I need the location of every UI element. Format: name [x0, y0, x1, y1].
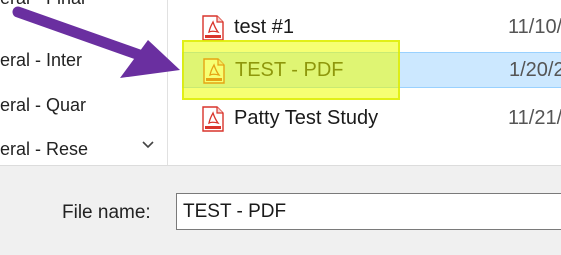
file-row-selected[interactable]: TEST - PDF 1/20/2 — [182, 52, 561, 88]
file-name: test #1 — [234, 16, 295, 38]
file-date: 11/21/ — [508, 107, 561, 129]
sidebar-item-general-quar[interactable]: eral - Quar — [0, 95, 86, 116]
file-row[interactable]: Patty Test Study 11/21/ — [182, 101, 561, 137]
sidebar-item-general-rese[interactable]: eral - Rese — [0, 139, 88, 160]
sidebar-item-general-final[interactable]: eral - Final — [0, 0, 85, 9]
sidebar-item-general-inter[interactable]: eral - Inter — [0, 50, 82, 71]
pdf-file-icon — [203, 58, 225, 84]
navigation-pane: eral - Final eral - Inter eral - Quar er… — [0, 0, 168, 165]
file-date: 11/10/ — [508, 16, 561, 38]
pdf-file-icon — [202, 15, 224, 41]
filename-label: File name: — [62, 202, 151, 223]
file-date: 1/20/2 — [509, 59, 561, 81]
file-name: TEST - PDF — [235, 59, 344, 81]
file-list: test #1 11/10/ TEST - PDF 1/20/2 Patty T… — [168, 0, 561, 165]
filename-input[interactable] — [176, 193, 561, 230]
chevron-down-icon[interactable] — [141, 138, 155, 152]
file-name: Patty Test Study — [234, 107, 379, 129]
pdf-file-icon — [202, 106, 224, 132]
file-row[interactable]: test #1 11/10/ — [182, 10, 561, 46]
save-dialog-footer: File name: — [0, 165, 561, 255]
